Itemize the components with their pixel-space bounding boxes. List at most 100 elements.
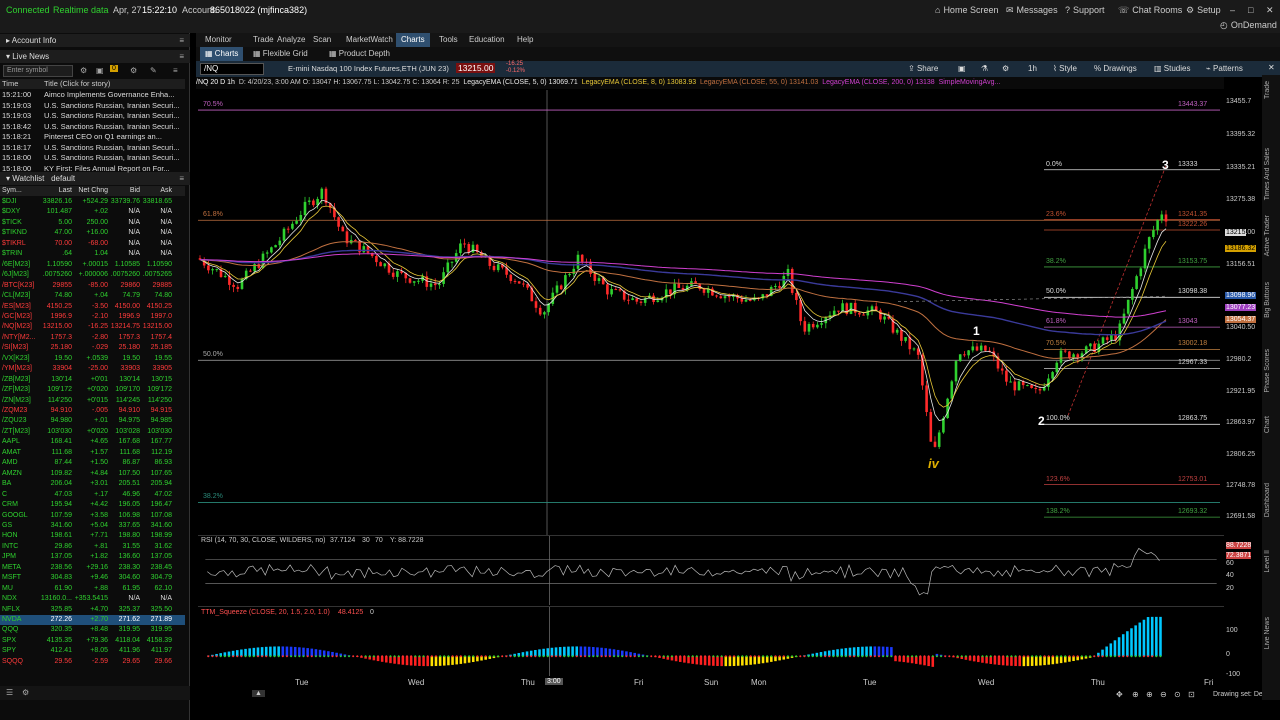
- tab-marketwatch[interactable]: MarketWatch: [341, 33, 398, 47]
- settings-icon[interactable]: ☰: [6, 688, 13, 697]
- zoom-in-icon[interactable]: ⊕: [1146, 690, 1153, 699]
- news-row[interactable]: 15:19:03 U.S. Sanctions Russian, Iranian …: [0, 101, 185, 111]
- ema8-label[interactable]: LegacyEMA (CLOSE, 8, 0): [582, 79, 665, 86]
- tab-tools[interactable]: Tools: [434, 33, 463, 47]
- tab-flexible-grid[interactable]: ▦ Flexible Grid: [248, 47, 313, 61]
- zoom-icon[interactable]: ⊙: [1174, 690, 1181, 699]
- news-headline[interactable]: U.S. Sanctions Russian, Iranian Securi..…: [44, 122, 179, 131]
- news-headline[interactable]: Aimco Implements Governance Enha...: [44, 90, 174, 99]
- ttm-squeeze-panel[interactable]: [198, 606, 1224, 676]
- tab-scan[interactable]: Scan: [308, 33, 336, 47]
- table-row[interactable]: /ZF[M23] 109'172 +0'020 109'170 109'172: [0, 385, 185, 395]
- menu-icon[interactable]: ≡: [179, 50, 184, 63]
- table-row[interactable]: GS 341.60 +5.04 337.65 341.60: [0, 521, 185, 531]
- symbol-input[interactable]: Enter symbol: [3, 65, 73, 77]
- table-row[interactable]: AMAT 111.68 +1.57 111.68 112.19: [0, 448, 185, 458]
- right-tab[interactable]: Big Buttons: [1264, 282, 1271, 318]
- table-row[interactable]: CRM 195.94 +4.42 196.05 196.47: [0, 500, 185, 510]
- ttm-label[interactable]: TTM_Squeeze (CLOSE, 20, 1.5, 2.0, 1.0): [201, 609, 330, 616]
- table-row[interactable]: INTC 29.86 +.81 31.55 31.62: [0, 542, 185, 552]
- table-row[interactable]: /ZQM23 94.910 -.005 94.910 94.915: [0, 406, 185, 416]
- menu-icon[interactable]: ≡: [179, 172, 184, 185]
- table-row[interactable]: /ZT[M23] 103'030 +0'020 103'028 103'030: [0, 427, 185, 437]
- right-tab[interactable]: Trade: [1264, 81, 1271, 99]
- ema200-label[interactable]: LegacyEMA (CLOSE, 200, 0): [822, 79, 913, 86]
- setup-link[interactable]: ⚙ Setup: [1186, 5, 1221, 16]
- period-button[interactable]: 1h: [1028, 64, 1037, 73]
- news-row[interactable]: 15:18:21 Pinterest CEO on Q1 earnings an.…: [0, 132, 185, 142]
- table-row[interactable]: NVDA 272.26 +2.70 271.62 271.89: [0, 615, 185, 626]
- home-screen-link[interactable]: ⌂ Home Screen: [935, 5, 998, 15]
- tab-monitor[interactable]: Monitor: [200, 33, 237, 47]
- right-tab[interactable]: Dashboard: [1264, 483, 1271, 517]
- table-row[interactable]: $TRIN .64 1.04 N/A N/A: [0, 249, 185, 259]
- lock-icon[interactable]: ▣: [96, 66, 104, 75]
- tab-analyze[interactable]: Analyze: [272, 33, 310, 47]
- settings-icon[interactable]: ⚙: [80, 66, 87, 75]
- table-row[interactable]: NFLX 325.85 +4.70 325.37 325.50: [0, 605, 185, 615]
- news-row[interactable]: 15:18:17 U.S. Sanctions Russian, Iranian …: [0, 143, 185, 153]
- patterns-button[interactable]: ⌁ Patterns: [1206, 64, 1243, 73]
- collapse-button[interactable]: ▲: [252, 690, 265, 697]
- ondemand-button[interactable]: ◴ OnDemand: [1220, 20, 1277, 31]
- menu-icon[interactable]: ≡: [173, 66, 178, 75]
- table-row[interactable]: $TICK 5.00 250.00 N/A N/A: [0, 218, 185, 228]
- table-row[interactable]: HON 198.61 +7.71 198.80 198.99: [0, 531, 185, 541]
- table-row[interactable]: BA 206.04 +3.01 205.51 205.94: [0, 479, 185, 489]
- table-row[interactable]: $DJI 33826.16 +524.29 33739.76 33818.65: [0, 197, 185, 207]
- table-row[interactable]: /BTC[K23] 29855 -85.00 29860 29885: [0, 281, 185, 291]
- rsi-panel[interactable]: [198, 535, 1224, 605]
- gear-icon[interactable]: ⚙: [1002, 64, 1009, 73]
- zoom-out-icon[interactable]: ⊖: [1160, 690, 1167, 699]
- table-row[interactable]: SPY 412.41 +8.05 411.96 411.97: [0, 646, 185, 656]
- style-button[interactable]: ⌇ Style: [1053, 64, 1077, 73]
- gear-icon[interactable]: ⚙: [22, 688, 29, 697]
- right-tab[interactable]: Phase Scores: [1264, 349, 1271, 393]
- edit-icon[interactable]: ✎: [150, 66, 157, 75]
- table-row[interactable]: $TIKRL 70.00 -68.00 N/A N/A: [0, 239, 185, 249]
- table-row[interactable]: META 238.56 +29.16 238.30 238.45: [0, 563, 185, 573]
- table-row[interactable]: QQQ 320.35 +8.48 319.95 319.95: [0, 625, 185, 635]
- table-row[interactable]: /NQ[M23] 13215.00 -16.25 13214.75 13215.00: [0, 322, 185, 332]
- table-row[interactable]: /GC[M23] 1996.9 -2.10 1996.9 1997.0: [0, 312, 185, 322]
- ema55-label[interactable]: LegacyEMA (CLOSE, 55, 0): [700, 79, 787, 86]
- studies-button[interactable]: ▥ Studies: [1154, 64, 1190, 73]
- table-row[interactable]: AMZN 109.82 +4.84 107.50 107.65: [0, 469, 185, 479]
- table-row[interactable]: MSFT 304.83 +9.46 304.60 304.79: [0, 573, 185, 583]
- table-row[interactable]: C 47.03 +.17 46.96 47.02: [0, 490, 185, 500]
- live-news-header[interactable]: ▾ Live News ≡: [0, 50, 190, 63]
- screenshot-icon[interactable]: ▣: [958, 64, 966, 73]
- table-row[interactable]: AMD 87.44 +1.50 86.87 86.93: [0, 458, 185, 468]
- table-row[interactable]: /VX[K23] 19.50 +.0539 19.50 19.55: [0, 354, 185, 364]
- table-row[interactable]: AAPL 168.41 +4.65 167.68 167.77: [0, 437, 185, 447]
- share-button[interactable]: ⇪ Share: [908, 64, 938, 73]
- right-tab[interactable]: Level II: [1264, 550, 1271, 573]
- messages-link[interactable]: ✉ Messages: [1006, 5, 1058, 16]
- news-headline[interactable]: KY First: Files Annual Report on For...: [44, 164, 170, 173]
- chat-rooms-link[interactable]: ☏ Chat Rooms: [1118, 5, 1182, 16]
- news-headline[interactable]: U.S. Sanctions Russian, Iranian Securi..…: [44, 143, 179, 152]
- ema5-label[interactable]: LegacyEMA (CLOSE, 5, 0): [463, 79, 546, 86]
- minimize-button[interactable]: –: [1230, 5, 1235, 15]
- tab-charts[interactable]: ▦ Charts: [200, 47, 244, 61]
- news-title-header[interactable]: Title (Click for story): [44, 79, 110, 88]
- table-row[interactable]: /6E[M23] 1.10590 +.00015 1.10585 1.10590: [0, 260, 185, 270]
- table-row[interactable]: /ZQU23 94.980 +.01 94.975 94.985: [0, 416, 185, 426]
- table-row[interactable]: /ZB[M23] 130'14 +0'01 130'14 130'15: [0, 375, 185, 385]
- news-headline[interactable]: Pinterest CEO on Q1 earnings an...: [44, 132, 162, 141]
- table-row[interactable]: /CL[M23] 74.80 +.04 74.79 74.80: [0, 291, 185, 301]
- table-row[interactable]: GOOGL 107.59 +3.58 106.98 107.08: [0, 511, 185, 521]
- right-tab[interactable]: Times And Sales: [1264, 148, 1271, 200]
- table-row[interactable]: $DXY 101.487 +.02 N/A N/A: [0, 207, 185, 217]
- news-headline[interactable]: U.S. Sanctions Russian, Iranian Securi..…: [44, 153, 179, 162]
- flask-icon[interactable]: ⚗: [981, 64, 988, 73]
- right-tab[interactable]: Active Trader: [1264, 215, 1271, 256]
- tab-charts[interactable]: Charts: [396, 33, 430, 47]
- chart-symbol-input[interactable]: /NQ: [200, 63, 264, 75]
- watchlist-header[interactable]: ▾ Watchlist default ≡: [0, 172, 190, 185]
- tab-help[interactable]: Help: [512, 33, 538, 47]
- table-row[interactable]: JPM 137.05 +1.82 136.60 137.05: [0, 552, 185, 562]
- table-row[interactable]: /NTY[M2... 1757.3 -2.80 1757.3 1757.4: [0, 333, 185, 343]
- menu-icon[interactable]: ≡: [179, 34, 184, 47]
- table-row[interactable]: /6J[M23] .0075260 +.000006.0075260.0075265: [0, 270, 185, 280]
